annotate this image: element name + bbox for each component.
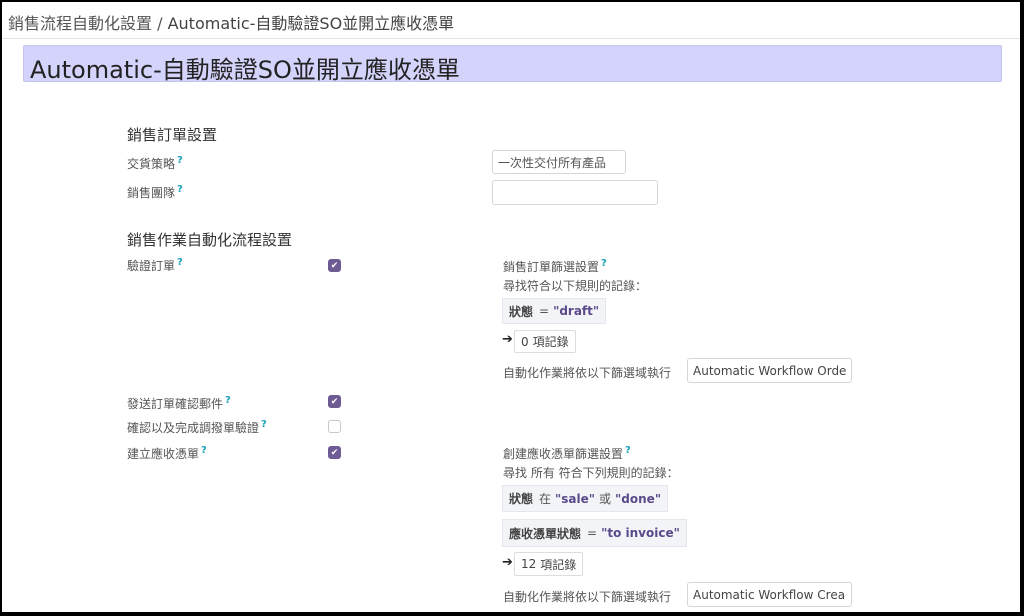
breadcrumb: 銷售流程自動化設置 / Automatic-自動驗證SO並開立應收憑單 xyxy=(8,10,454,34)
order-filter-label: 銷售訂單篩選設置? xyxy=(503,258,607,274)
delivery-policy-label: 交貨策略? xyxy=(127,155,183,171)
sales-team-label: 銷售團隊? xyxy=(127,184,183,200)
section-heading-automation: 銷售作業自動化流程設置 xyxy=(127,231,293,249)
delivery-policy-select[interactable]: 一次性交付所有產品 xyxy=(492,150,626,174)
create-invoice-label: 建立應收憑單? xyxy=(127,445,207,461)
page-title: Automatic-自動驗證SO並開立應收憑單 xyxy=(30,56,460,84)
invoice-filter-intro: 尋找 所有 符合下列規則的記錄： xyxy=(503,466,679,480)
domain-rule-chip[interactable]: 狀態在 "sale" 或 "done" xyxy=(502,485,669,512)
domain-rule-chip[interactable]: 狀態 = "draft" xyxy=(502,298,607,324)
help-icon[interactable]: ? xyxy=(177,155,183,166)
validate-order-label: 驗證訂單? xyxy=(127,257,183,273)
create-invoice-checkbox[interactable]: ✔ xyxy=(328,446,341,459)
help-icon[interactable]: ? xyxy=(261,419,267,430)
help-icon[interactable]: ? xyxy=(601,258,607,269)
invoice-domain-input[interactable]: Automatic Workflow Crea xyxy=(687,582,852,607)
send-confirmation-label: 發送訂單確認郵件? xyxy=(127,395,231,411)
order-filter-intro: 尋找符合以下規則的記錄： xyxy=(503,279,648,293)
help-icon[interactable]: ? xyxy=(201,445,207,456)
order-domain-label: 自動化作業將依以下篩選域執行 xyxy=(503,366,672,380)
send-confirmation-checkbox[interactable]: ✔ xyxy=(328,395,341,408)
help-icon[interactable]: ? xyxy=(625,445,631,456)
help-icon[interactable]: ? xyxy=(225,395,231,406)
breadcrumb-current: Automatic-自動驗證SO並開立應收憑單 xyxy=(167,14,455,33)
invoice-domain-label: 自動化作業將依以下篩選域執行 xyxy=(503,590,672,604)
validate-picking-label: 確認以及完成調撥單驗證? xyxy=(127,419,267,435)
validate-picking-checkbox[interactable] xyxy=(328,420,341,433)
breadcrumb-parent-link[interactable]: 銷售流程自動化設置 xyxy=(8,14,152,33)
form-view: 銷售流程自動化設置 / Automatic-自動驗證SO並開立應收憑單 Auto… xyxy=(2,2,1020,612)
records-count-button[interactable]: 12 項記錄 xyxy=(514,552,584,576)
record-title-field[interactable]: Automatic-自動驗證SO並開立應收憑單 xyxy=(23,45,1002,84)
arrow-right-icon: ➔ xyxy=(502,332,513,347)
records-count-button[interactable]: 0 項記錄 xyxy=(514,330,576,353)
invoice-filter-label: 創建應收憑單篩選設置? xyxy=(503,445,631,461)
sales-team-input[interactable] xyxy=(492,180,658,205)
section-heading-sales-order: 銷售訂單設置 xyxy=(127,126,218,144)
domain-rule-chip[interactable]: 應收憑單狀態 = "to invoice" xyxy=(502,519,687,547)
help-icon[interactable]: ? xyxy=(177,257,183,268)
arrow-right-icon: ➔ xyxy=(502,555,513,570)
help-icon[interactable]: ? xyxy=(177,184,183,195)
divider xyxy=(2,38,1020,39)
order-domain-input[interactable]: Automatic Workflow Orde xyxy=(687,358,852,383)
validate-order-checkbox[interactable]: ✔ xyxy=(328,259,341,272)
breadcrumb-separator: / xyxy=(157,14,163,33)
